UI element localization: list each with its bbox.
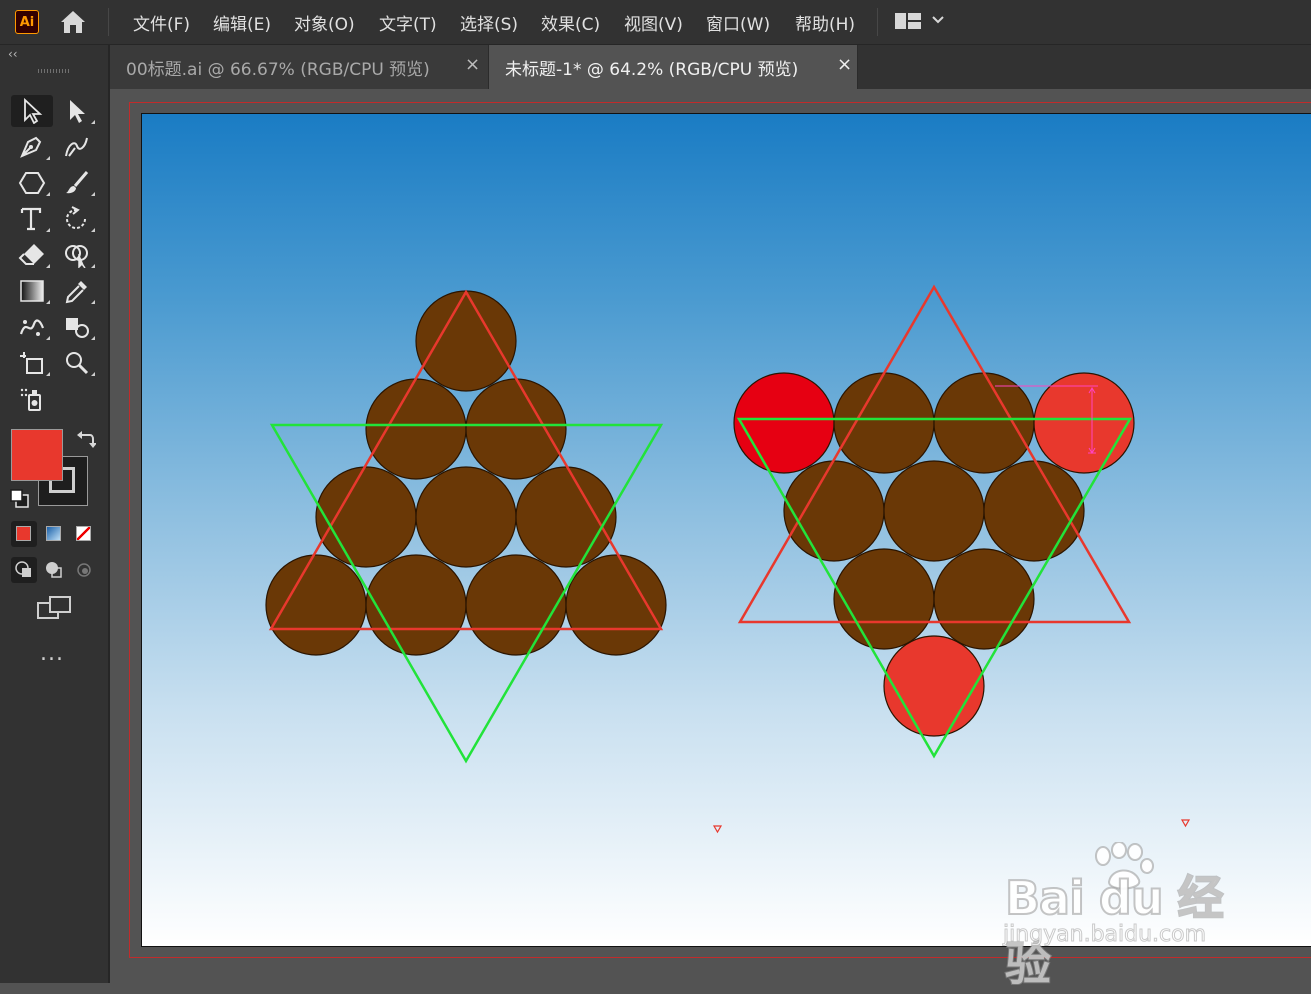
circle[interactable] xyxy=(315,466,417,568)
circle[interactable] xyxy=(465,378,567,480)
circle[interactable] xyxy=(465,554,567,656)
circle[interactable] xyxy=(365,554,467,656)
anchor-marker[interactable] xyxy=(712,825,723,834)
anchor-marker[interactable] xyxy=(1180,819,1191,828)
right-circle-pyramid[interactable] xyxy=(733,284,1135,759)
circle[interactable] xyxy=(415,466,517,568)
watermark-url: jingyan.baidu.com xyxy=(1002,922,1207,948)
red-circle[interactable] xyxy=(733,372,835,474)
artwork xyxy=(265,284,1191,834)
baidu-watermark: Bai du 经验 jingyan.baidu.com xyxy=(1002,842,1243,992)
circle[interactable] xyxy=(833,548,935,650)
circle[interactable] xyxy=(933,372,1035,474)
circle[interactable] xyxy=(365,378,467,480)
circle[interactable] xyxy=(833,372,935,474)
circle[interactable] xyxy=(415,290,517,392)
circle[interactable] xyxy=(783,460,885,562)
circle[interactable] xyxy=(565,554,667,656)
circle[interactable] xyxy=(983,460,1085,562)
left-circle-pyramid[interactable] xyxy=(265,289,667,764)
red-circle[interactable] xyxy=(883,635,985,737)
circle[interactable] xyxy=(515,466,617,568)
circle[interactable] xyxy=(883,460,985,562)
circle[interactable] xyxy=(265,554,367,656)
circle[interactable] xyxy=(933,548,1035,650)
red-circle[interactable] xyxy=(1033,372,1135,474)
